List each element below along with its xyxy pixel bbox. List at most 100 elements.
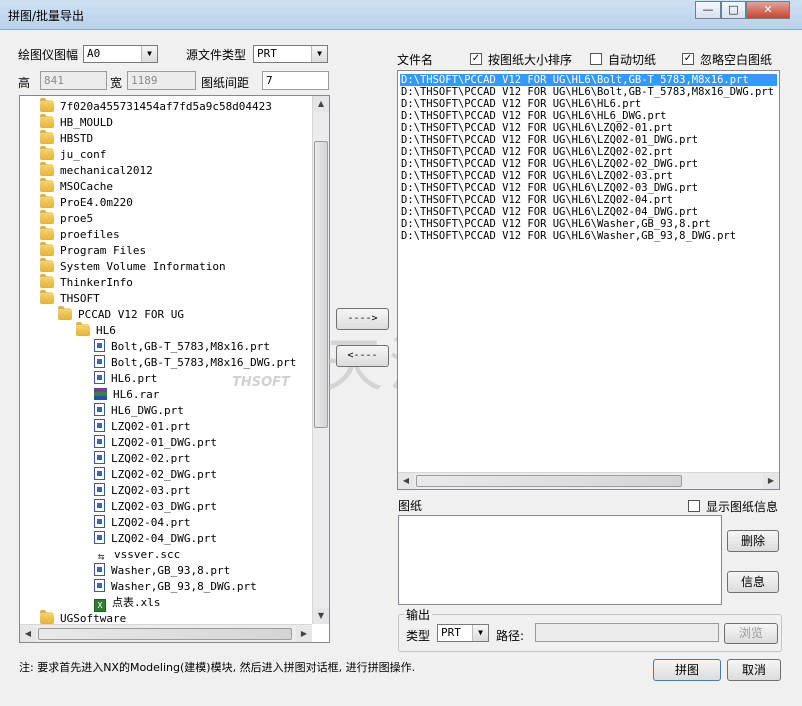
file-list-item[interactable]: D:\THSOFT\PCCAD V12 FOR UG\HL6\LZQ02-04_…: [400, 206, 698, 218]
paper-size-select[interactable]: A0 ▼: [83, 45, 158, 63]
delete-button[interactable]: 删除: [727, 530, 779, 552]
file-list-item[interactable]: D:\THSOFT\PCCAD V12 FOR UG\HL6\LZQ02-02_…: [400, 158, 698, 170]
file-list-item[interactable]: D:\THSOFT\PCCAD V12 FOR UG\HL6\LZQ02-01.…: [400, 122, 673, 134]
tree-item[interactable]: LZQ02-04.prt: [94, 515, 190, 531]
tree-item[interactable]: proe5: [40, 210, 93, 227]
tree-item[interactable]: proefiles: [40, 226, 120, 243]
file-list-item[interactable]: D:\THSOFT\PCCAD V12 FOR UG\HL6\HL6.prt: [400, 98, 641, 110]
stitch-button[interactable]: 拼图: [653, 659, 721, 681]
scroll-left-icon[interactable]: ◀: [20, 626, 36, 642]
tree-item-label: HL6.rar: [113, 388, 160, 401]
tree-item[interactable]: ProE4.0m220: [40, 194, 133, 211]
tree-item-label: THSOFT: [60, 292, 100, 305]
file-list-item[interactable]: D:\THSOFT\PCCAD V12 FOR UG\HL6\LZQ02-04.…: [400, 194, 673, 206]
link-icon: ⇆: [97, 550, 105, 563]
file-list-item[interactable]: D:\THSOFT\PCCAD V12 FOR UG\HL6\LZQ02-02.…: [400, 146, 673, 158]
ignore-blank-checkbox[interactable]: ✓: [682, 53, 694, 65]
tree-item[interactable]: LZQ02-04_DWG.prt: [94, 531, 217, 547]
show-info-checkbox[interactable]: [688, 500, 700, 512]
tree-item-label: LZQ02-01_DWG.prt: [111, 436, 217, 449]
close-button[interactable]: ✕: [746, 1, 790, 19]
directory-tree[interactable]: 7f020a455731454af7fd5a9c58d04423 HB_MOULD…: [19, 95, 330, 643]
tree-item[interactable]: THSOFT: [40, 290, 100, 307]
file-list-item[interactable]: D:\THSOFT\PCCAD V12 FOR UG\HL6\LZQ02-03_…: [400, 182, 698, 194]
file-icon: [94, 403, 105, 416]
tree-horizontal-scrollbar[interactable]: ◀ ▶: [20, 624, 312, 642]
files-label: 文件名: [397, 53, 434, 67]
file-list-item[interactable]: D:\THSOFT\PCCAD V12 FOR UG\HL6\Bolt,GB-T…: [400, 86, 774, 98]
scroll-left-icon[interactable]: ◀: [398, 473, 414, 489]
scroll-up-icon[interactable]: ▲: [313, 96, 329, 112]
scroll-down-icon[interactable]: ▼: [313, 608, 329, 624]
tree-item[interactable]: Washer,GB_93,8.prt: [94, 563, 230, 579]
tree-item-label: ProE4.0m220: [60, 196, 133, 209]
tree-item[interactable]: mechanical2012: [40, 162, 153, 179]
tree-item-label: System Volume Information: [60, 260, 226, 273]
tree-item-label: LZQ02-02.prt: [111, 452, 191, 465]
cancel-button[interactable]: 取消: [727, 659, 781, 681]
tree-item[interactable]: HB_MOULD: [40, 114, 113, 131]
file-icon: [94, 515, 105, 528]
tree-item[interactable]: MSOCache: [40, 178, 113, 195]
folder-icon: [40, 146, 54, 160]
source-type-select[interactable]: PRT ▼: [253, 45, 328, 63]
scroll-right-icon[interactable]: ▶: [296, 626, 312, 642]
file-list-item[interactable]: D:\THSOFT\PCCAD V12 FOR UG\HL6\Washer,GB…: [400, 218, 711, 230]
drawing-list[interactable]: [398, 515, 722, 605]
info-button[interactable]: 信息: [727, 571, 779, 593]
sort-checkbox[interactable]: ✓: [470, 53, 482, 65]
tree-item[interactable]: LZQ02-03.prt: [94, 483, 190, 499]
tree-item[interactable]: Program Files: [40, 242, 146, 259]
tree-item-label: Washer,GB_93,8_DWG.prt: [111, 580, 257, 593]
scroll-thumb[interactable]: [416, 475, 682, 487]
tree-item[interactable]: HL6: [76, 322, 116, 339]
file-list-item[interactable]: D:\THSOFT\PCCAD V12 FOR UG\HL6\Washer,GB…: [400, 230, 736, 242]
folder-icon: [40, 610, 54, 624]
tree-item[interactable]: LZQ02-01.prt: [94, 419, 190, 435]
tree-item[interactable]: ⇆ vssver.scc: [94, 547, 181, 563]
path-field[interactable]: [535, 623, 719, 642]
minimize-button[interactable]: —: [695, 1, 721, 19]
tree-item[interactable]: LZQ02-02_DWG.prt: [94, 467, 217, 483]
file-list-item[interactable]: D:\THSOFT\PCCAD V12 FOR UG\HL6\LZQ02-03.…: [400, 170, 673, 182]
browse-button[interactable]: 浏览: [724, 623, 778, 644]
file-list-item[interactable]: D:\THSOFT\PCCAD V12 FOR UG\HL6\HL6_DWG.p…: [400, 110, 667, 122]
tree-item[interactable]: LZQ02-01_DWG.prt: [94, 435, 217, 451]
title-bar[interactable]: 拼图/批量导出 — □ ✕: [0, 0, 802, 30]
tree-item[interactable]: 7f020a455731454af7fd5a9c58d04423: [40, 98, 272, 115]
tree-item[interactable]: HL6.prt: [94, 371, 157, 387]
folder-icon: [40, 98, 54, 112]
tree-item[interactable]: HL6.rar: [94, 387, 159, 403]
tree-item[interactable]: PCCAD V12 FOR UG: [58, 306, 184, 323]
file-list-item[interactable]: D:\THSOFT\PCCAD V12 FOR UG\HL6\LZQ02-01_…: [400, 134, 698, 146]
height-field[interactable]: 841: [40, 71, 107, 90]
tree-item[interactable]: LZQ02-03_DWG.prt: [94, 499, 217, 515]
file-list-item[interactable]: D:\THSOFT\PCCAD V12 FOR UG\HL6\Bolt,GB-T…: [400, 74, 777, 86]
tree-item[interactable]: X 点表.xls: [94, 595, 161, 612]
file-list[interactable]: D:\THSOFT\PCCAD V12 FOR UG\HL6\Bolt,GB-T…: [397, 70, 780, 490]
width-label: 宽: [110, 76, 123, 90]
scroll-right-icon[interactable]: ▶: [763, 473, 779, 489]
scroll-thumb[interactable]: [38, 628, 292, 640]
tree-item[interactable]: ju_conf: [40, 146, 106, 163]
tree-item[interactable]: HL6_DWG.prt: [94, 403, 184, 419]
add-button[interactable]: ---->: [336, 308, 389, 330]
tree-item[interactable]: Washer,GB_93,8_DWG.prt: [94, 579, 257, 595]
width-field[interactable]: 1189: [127, 71, 196, 90]
file-icon: [94, 531, 105, 544]
tree-item-label: HB_MOULD: [60, 116, 113, 129]
tree-item[interactable]: Bolt,GB-T_5783,M8x16_DWG.prt: [94, 355, 296, 371]
tree-item[interactable]: ThinkerInfo: [40, 274, 133, 291]
spacing-field[interactable]: 7: [262, 71, 329, 90]
tree-item[interactable]: Bolt,GB-T_5783,M8x16.prt: [94, 339, 270, 355]
tree-item-label: HBSTD: [60, 132, 94, 145]
autocut-checkbox[interactable]: [590, 53, 602, 65]
remove-button[interactable]: <----: [336, 345, 389, 367]
output-type-select[interactable]: PRT ▼: [437, 624, 489, 642]
tree-item[interactable]: System Volume Information: [40, 258, 226, 275]
tree-item[interactable]: LZQ02-02.prt: [94, 451, 190, 467]
tree-item[interactable]: HBSTD: [40, 130, 94, 147]
tree-item[interactable]: UGSoftware: [40, 610, 126, 624]
restore-button[interactable]: □: [721, 1, 746, 19]
file-list-horizontal-scrollbar[interactable]: ◀ ▶: [398, 472, 779, 489]
